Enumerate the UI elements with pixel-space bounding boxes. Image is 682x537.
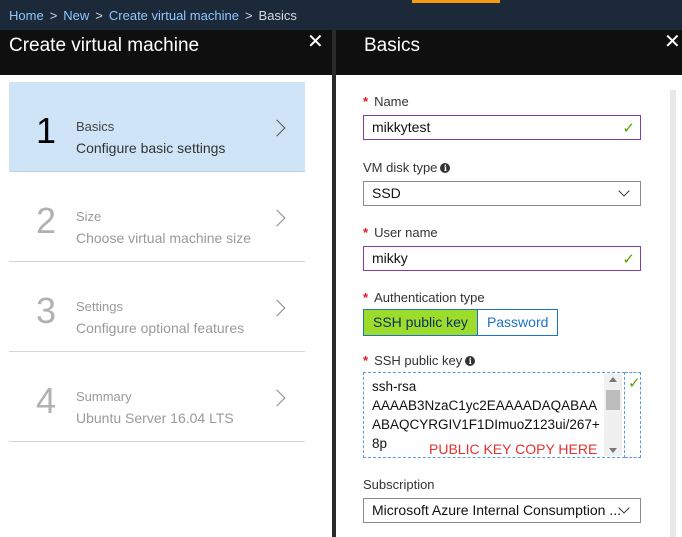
name-label-text: Name	[374, 94, 409, 109]
step-name: Summary	[76, 389, 132, 404]
info-icon[interactable]: i	[465, 356, 476, 366]
chevron-right-icon	[268, 389, 286, 407]
ssh-key-line: ssh-rsa	[372, 379, 417, 394]
user-name-label-text: User name	[374, 225, 438, 240]
auth-option-ssh-label: SSH public key	[373, 314, 468, 330]
breadcrumb-separator: >	[244, 8, 253, 23]
wizard-steps: 1 Basics Configure basic settings 2 Size…	[0, 75, 332, 537]
scroll-down-icon[interactable]	[609, 448, 617, 453]
required-marker: *	[363, 94, 369, 109]
required-marker: *	[363, 225, 369, 240]
create-vm-blade-title: Create virtual machine	[9, 35, 200, 56]
ssh-key-label-text: SSH public key	[374, 353, 463, 368]
step-number: 2	[36, 200, 57, 241]
create-vm-blade-header: Create virtual machine ✕	[0, 30, 332, 75]
top-accent-bar	[412, 0, 500, 3]
subscription-select[interactable]: Microsoft Azure Internal Consumption ...	[363, 498, 641, 523]
user-name-field[interactable]: mikky ✓	[363, 246, 641, 271]
breadcrumb-separator: >	[49, 8, 58, 23]
scroll-thumb[interactable]	[606, 390, 620, 410]
required-marker: *	[363, 290, 369, 305]
disk-type-select[interactable]: SSD	[363, 181, 641, 206]
name-label: * Name	[363, 94, 409, 109]
breadcrumb-separator: >	[95, 8, 103, 23]
breadcrumb-home[interactable]: Home	[9, 8, 44, 23]
chevron-right-icon	[268, 119, 286, 137]
disk-type-value: SSD	[372, 185, 401, 201]
step-number: 4	[36, 380, 57, 421]
subscription-label-text: Subscription	[363, 477, 435, 492]
disk-type-label: VM disk type i	[363, 160, 451, 175]
ssh-key-line: AAAAB3NzaC1yc2EAAAADAQABAA	[372, 398, 598, 413]
scroll-up-icon[interactable]	[609, 377, 617, 382]
step-number: 1	[36, 110, 57, 151]
breadcrumb-create-vm[interactable]: Create virtual machine	[109, 8, 239, 23]
public-key-annotation: PUBLIC KEY COPY HERE	[429, 441, 598, 457]
user-name-label: * User name	[363, 225, 438, 240]
check-icon: ✓	[628, 375, 641, 392]
ssh-key-line: ABAQCYRGIV1F1DImuoZ123ui/267+	[372, 417, 600, 432]
ssh-key-scrollbar[interactable]	[604, 374, 622, 456]
check-icon: ✓	[622, 251, 635, 268]
auth-option-password[interactable]: Password	[476, 310, 558, 335]
step-name: Settings	[76, 299, 123, 314]
close-icon[interactable]: ✕	[307, 32, 324, 52]
info-icon[interactable]: i	[440, 163, 451, 173]
step-summary[interactable]: 4 Summary Ubuntu Server 16.04 LTS	[9, 352, 305, 442]
step-description: Configure optional features	[76, 320, 245, 336]
step-name: Size	[76, 209, 102, 224]
step-number: 3	[36, 290, 57, 331]
auth-type-label: * Authentication type	[363, 290, 485, 305]
auth-option-ssh[interactable]: SSH public key	[364, 310, 477, 335]
chevron-right-icon	[268, 209, 286, 227]
breadcrumb-new[interactable]: New	[63, 8, 89, 23]
step-basics[interactable]: 1 Basics Configure basic settings	[9, 82, 305, 172]
step-settings[interactable]: 3 Settings Configure optional features	[9, 262, 305, 352]
subscription-value: Microsoft Azure Internal Consumption ...	[372, 502, 621, 518]
step-description: Configure basic settings	[76, 140, 226, 156]
auth-type-toggle: SSH public key Password	[363, 309, 559, 336]
breadcrumb: Home > New > Create virtual machine > Basics	[9, 8, 297, 23]
step-name: Basics	[76, 119, 115, 134]
disk-type-label-text: VM disk type	[363, 160, 438, 175]
check-icon: ✓	[622, 120, 635, 137]
ssh-key-label: * SSH public key i	[363, 353, 476, 368]
user-name-value: mikky	[372, 250, 408, 266]
name-field[interactable]: mikkytest ✓	[363, 115, 641, 140]
auth-type-label-text: Authentication type	[374, 290, 485, 305]
step-description: Ubuntu Server 16.04 LTS	[76, 410, 234, 426]
chevron-right-icon	[268, 299, 286, 317]
top-bar: Home > New > Create virtual machine > Basics	[0, 0, 682, 30]
basics-blade-title: Basics	[364, 35, 420, 56]
required-marker: *	[363, 353, 369, 368]
close-icon[interactable]: ✕	[664, 32, 681, 52]
name-value: mikkytest	[372, 119, 431, 135]
breadcrumb-current: Basics	[258, 8, 297, 23]
basics-form: * Name mikkytest ✓ VM disk type i SSD * Use…	[336, 75, 682, 537]
subscription-label: Subscription	[363, 477, 435, 492]
basics-blade-header: Basics ✕	[336, 30, 682, 75]
chevron-down-icon	[618, 185, 630, 197]
step-description: Choose virtual machine size	[76, 230, 252, 246]
blade-scrollbar[interactable]	[670, 90, 676, 537]
step-size[interactable]: 2 Size Choose virtual machine size	[9, 172, 305, 262]
